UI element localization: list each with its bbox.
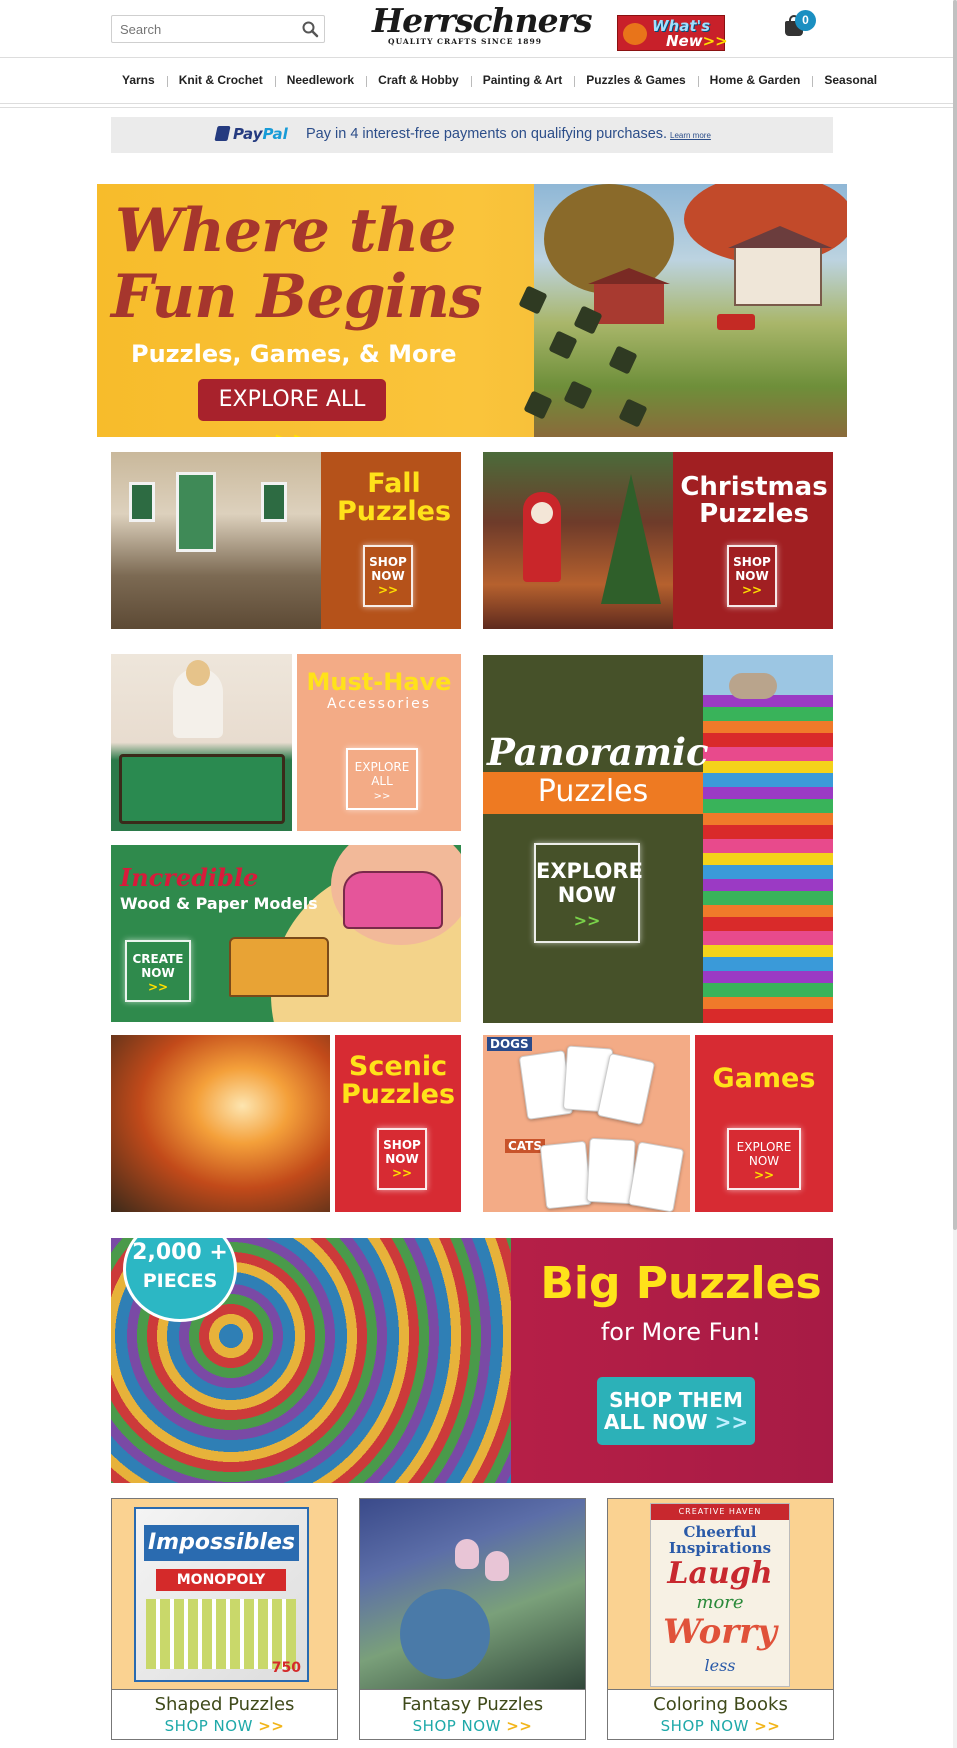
nav-item-home-garden[interactable]: Home & Garden <box>697 72 813 89</box>
cat-image <box>729 673 777 699</box>
sunset-lake-image <box>111 1035 330 1212</box>
card-shop-now-link[interactable]: SHOP NOW >> <box>608 1717 833 1735</box>
scenic-puzzles-banner[interactable]: Scenic Puzzles SHOP NOW >> <box>111 1035 461 1212</box>
big-puzzles-subtitle: for More Fun! <box>600 1318 762 1346</box>
hero-title-line1: Where the <box>115 196 456 266</box>
card-shop-now-link[interactable]: SHOP NOW >> <box>360 1717 585 1735</box>
panoramic-explore-now-button[interactable]: EXPLORE NOW >> <box>534 843 643 943</box>
nav-item-seasonal[interactable]: Seasonal <box>812 72 889 89</box>
nav-item-needlework[interactable]: Needlework <box>274 72 366 89</box>
fall-puzzles-banner[interactable]: Fall Puzzles SHOP NOW >> <box>111 452 461 629</box>
playing-cards-image: DOGS CATS <box>483 1035 690 1212</box>
whats-new-button[interactable]: What's New>> <box>617 15 728 51</box>
whats-new-line2: New>> <box>666 32 728 50</box>
wooden-tram-image <box>229 937 329 997</box>
pumpkin-icon <box>623 23 647 45</box>
hero-banner[interactable]: Where the Fun Begins Puzzles, Games, & M… <box>97 184 847 437</box>
shaped-puzzles-card[interactable]: Impossibles MONOPOLY 750 Shaped Puzzles … <box>111 1498 338 1740</box>
accessories-title: Must-Have Accessories <box>306 668 452 713</box>
paypal-promo-bar: PayPal Pay in 4 interest-free payments o… <box>111 117 833 153</box>
scenic-shop-now-button[interactable]: SHOP NOW >> <box>377 1128 427 1190</box>
nav-item-craft-hobby[interactable]: Craft & Hobby <box>366 72 471 89</box>
hero-subtitle: Puzzles, Games, & More <box>131 340 457 368</box>
logo-brand: Herrschners <box>372 1 593 40</box>
wood-title-line2: Wood & Paper Models <box>120 894 318 913</box>
paypal-icon <box>214 126 231 141</box>
cart-count-badge: 0 <box>795 10 816 31</box>
nav-item-yarns[interactable]: Yarns <box>110 72 167 89</box>
camper-model-image <box>343 871 443 929</box>
card-title: Shaped Puzzles <box>154 1694 295 1715</box>
card-shop-now-link[interactable]: SHOP NOW >> <box>112 1717 337 1735</box>
fall-puzzles-title: Fall Puzzles <box>336 468 452 528</box>
games-title: Games <box>712 1063 816 1094</box>
panoramic-puzzles-banner[interactable]: Panoramic Puzzles EXPLORE NOW >> <box>483 655 833 1023</box>
christmas-shop-now-button[interactable]: SHOP NOW >> <box>727 545 777 607</box>
christmas-puzzles-banner[interactable]: Christmas Puzzles SHOP NOW >> <box>483 452 833 629</box>
pillow-stack-image <box>703 655 833 1023</box>
games-explore-now-button[interactable]: EXPLORE NOW >> <box>727 1128 801 1190</box>
nav-item-knit-crochet[interactable]: Knit & Crochet <box>166 72 275 89</box>
santa-scene-image <box>483 452 673 629</box>
scenic-puzzles-title: Scenic Puzzles <box>340 1051 456 1111</box>
scrollbar-thumb[interactable] <box>953 0 957 1230</box>
games-banner[interactable]: DOGS CATS Games EXPLORE NOW >> <box>483 1035 833 1212</box>
badge-count: 2,000 + <box>132 1240 228 1265</box>
panoramic-title: Panoramic <box>487 730 709 774</box>
create-now-button[interactable]: CREATE NOW >> <box>125 940 191 1002</box>
woman-puzzle-table-image <box>111 654 292 831</box>
wood-title-line1: Incredible <box>120 863 259 892</box>
nav-item-puzzles-games[interactable]: Puzzles & Games <box>574 72 697 89</box>
fantasy-puzzles-card[interactable]: Fantasy Puzzles SHOP NOW >> <box>359 1498 586 1740</box>
coloring-book-cover-image: CREATIVE HAVEN Cheerful Inspirations Lau… <box>608 1499 833 1689</box>
card-title: Fantasy Puzzles <box>401 1694 544 1715</box>
main-nav: Yarns Knit & Crochet Needlework Craft & … <box>0 57 957 108</box>
search-box[interactable] <box>111 15 325 43</box>
nav-item-painting-art[interactable]: Painting & Art <box>470 72 575 89</box>
hero-title-line2: Fun Begins <box>111 262 483 332</box>
page-scrollbar[interactable] <box>953 0 957 1748</box>
fantasy-owls-image <box>360 1499 585 1689</box>
wood-paper-models-banner[interactable]: Incredible Wood & Paper Models CREATE NOW… <box>111 845 461 1022</box>
herrschners-logo[interactable]: Herrschners QUALITY CRAFTS SINCE 1899 <box>372 1 593 52</box>
paypal-message: Pay in 4 interest-free payments on quali… <box>306 126 668 142</box>
shaped-puzzle-box-image: Impossibles MONOPOLY 750 <box>112 1499 337 1689</box>
fall-house-image <box>111 452 321 629</box>
logo-tagline: QUALITY CRAFTS SINCE 1899 <box>388 37 542 46</box>
shop-them-all-now-button[interactable]: SHOP THEM ALL NOW >> <box>597 1377 755 1445</box>
accessories-explore-all-button[interactable]: EXPLORE ALL >> <box>346 748 418 810</box>
big-puzzles-banner[interactable]: 2,000 + PIECES Big Puzzles for More Fun!… <box>111 1238 833 1483</box>
paypal-logo: PayPal <box>214 125 288 143</box>
search-input[interactable] <box>112 16 292 42</box>
cart-button[interactable]: 0 <box>784 10 824 44</box>
explore-all-button[interactable]: EXPLORE ALL >> <box>198 379 386 437</box>
search-icon[interactable] <box>301 20 319 38</box>
panoramic-subtitle: Puzzles <box>537 774 649 809</box>
badge-pieces: PIECES <box>142 1270 218 1292</box>
christmas-puzzles-title: Christmas Puzzles <box>680 472 828 530</box>
coloring-books-card[interactable]: CREATIVE HAVEN Cheerful Inspirations Lau… <box>607 1498 834 1740</box>
card-title: Coloring Books <box>653 1694 788 1715</box>
big-puzzles-title: Big Puzzles <box>540 1258 822 1309</box>
paypal-learn-more-link[interactable]: Learn more <box>670 131 711 140</box>
fall-shop-now-button[interactable]: SHOP NOW >> <box>363 545 413 607</box>
site-header: Herrschners QUALITY CRAFTS SINCE 1899 Wh… <box>0 0 957 56</box>
accessories-banner[interactable]: Must-Have Accessories EXPLORE ALL >> <box>111 654 461 831</box>
